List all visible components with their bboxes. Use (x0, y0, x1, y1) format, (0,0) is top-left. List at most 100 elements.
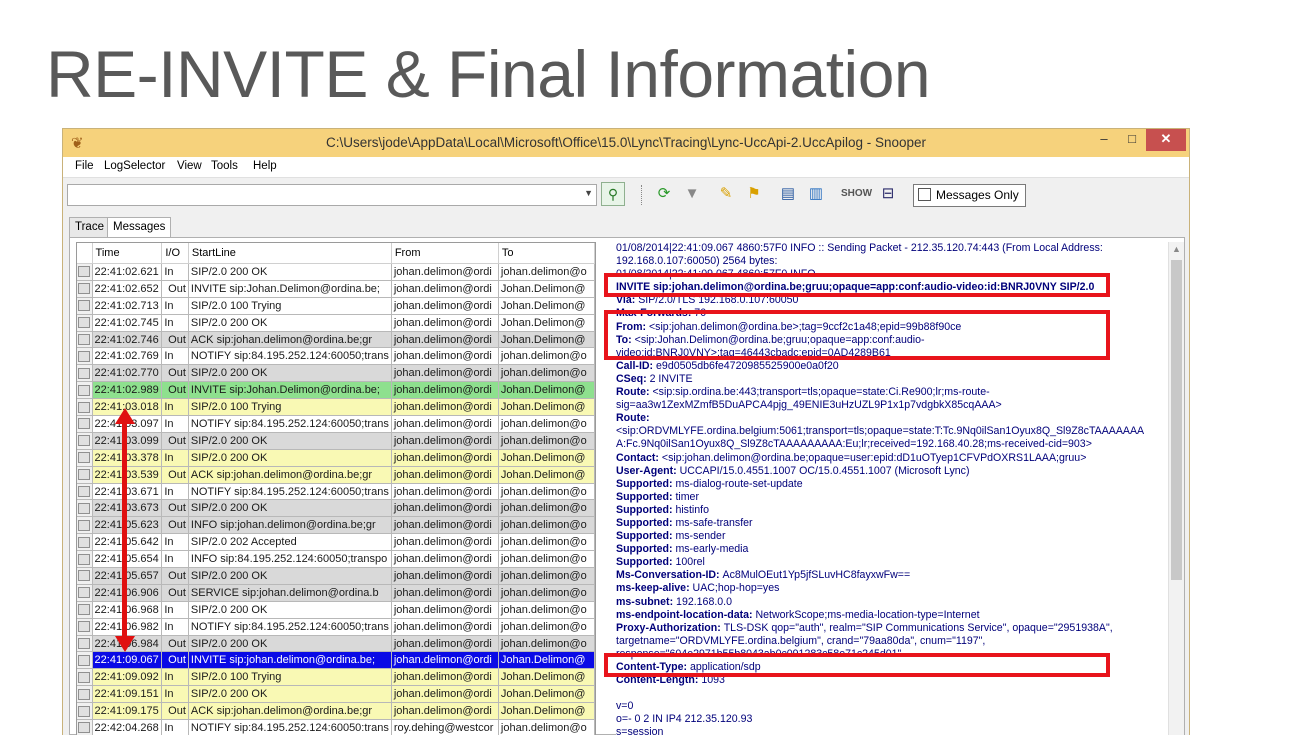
row-selector[interactable] (77, 584, 93, 602)
close-button[interactable]: ✕ (1146, 129, 1186, 151)
row-selector[interactable] (77, 466, 93, 484)
table-row[interactable]: 22:41:03.671InNOTIFY sip:84.195.252.124:… (77, 483, 595, 501)
table-row[interactable]: 22:41:06.906OutSERVICE sip:johan.delimon… (77, 584, 595, 602)
minimize-button[interactable]: – (1091, 129, 1117, 151)
column-header-startline[interactable]: StartLine (188, 243, 392, 264)
table-row[interactable]: 22:41:05.642InSIP/2.0 202 Acceptedjohan.… (77, 533, 595, 552)
table-row[interactable]: 22:41:02.713 In SIP/2.0 100 Trying johan.de… (77, 297, 595, 315)
detail-header-name: ms-keep-alive: (616, 582, 693, 595)
table-row[interactable]: 22:41:03.097InNOTIFY sip:84.195.252.124:… (77, 415, 595, 433)
chevron-down-icon[interactable]: ▼ (584, 188, 593, 198)
table-row[interactable]: 22:41:02.989 Out INVITE sip:Johan.Delimon@… (77, 381, 595, 400)
table-row[interactable]: 22:41:06.984 Out SIP/2.0 200 OK johan.delim… (77, 635, 595, 653)
table-row[interactable]: 22:41:06.968InSIP/2.0 200 OKjohan.delimo… (77, 601, 595, 619)
table-row[interactable]: 22:41:02.746 Out ACK sip:johan.delimon@ord… (77, 331, 595, 349)
table-row[interactable]: 22:41:03.673OutSIP/2.0 200 OKjohan.delim… (77, 499, 595, 518)
detail-header-value: NetworkScope;ms-media-location-type=Inte… (755, 608, 980, 621)
row-selector[interactable] (77, 415, 93, 433)
book-icon[interactable]: ▥ (805, 183, 827, 205)
table-row[interactable]: 22:41:02.769 In NOTIFY sip:84.195.252.124:… (77, 347, 595, 366)
messages-grid[interactable]: Time I/O StartLine From To 22:41:02.621 I… (76, 242, 596, 735)
row-selector[interactable] (77, 635, 93, 653)
menu-logselector[interactable]: LogSelector (104, 160, 165, 172)
table-row[interactable]: 22:41:09.092 In SIP/2.0 100 Trying johan.de… (77, 668, 595, 687)
row-selector[interactable] (77, 280, 93, 298)
table-row[interactable]: 22:41:03.099OutSIP/2.0 200 OKjohan.delim… (77, 432, 595, 450)
row-selector[interactable] (77, 449, 93, 467)
column-header-io[interactable]: I/O (161, 243, 189, 264)
search-combobox[interactable]: ▼ (67, 184, 597, 206)
row-selector[interactable] (77, 685, 93, 704)
cell-to: Johan.Delimon@ (498, 685, 595, 704)
table-row[interactable]: 22:41:05.623OutINFO sip:johan.delimon@or… (77, 516, 595, 535)
table-row[interactable]: 22:41:09.175 Out ACK sip:johan.delimon@ord… (77, 702, 595, 721)
table-row[interactable]: 22:41:05.654InINFO sip:84.195.252.124:60… (77, 550, 595, 569)
find-icon[interactable]: ▤ (777, 183, 799, 205)
menu-view[interactable]: View (177, 160, 202, 172)
row-selector[interactable] (77, 651, 93, 670)
highlight-icon[interactable]: ✎ (715, 183, 737, 205)
menu-file[interactable]: File (75, 160, 94, 172)
title-bar[interactable]: ❦ C:\Users\jode\AppData\Local\Microsoft\… (63, 129, 1189, 157)
table-row[interactable]: 22:41:02.745 In SIP/2.0 200 OK johan.delimo… (77, 314, 595, 332)
refresh-icon[interactable]: ⟳ (653, 183, 675, 205)
show-icon[interactable]: SHOW (841, 183, 872, 205)
row-selector[interactable] (77, 601, 93, 619)
column-header-to[interactable]: To (498, 243, 595, 264)
row-selector[interactable] (77, 331, 93, 349)
menu-help[interactable]: Help (253, 160, 277, 172)
table-row[interactable]: 22:41:06.982InNOTIFY sip:84.195.252.124:… (77, 618, 595, 636)
split-view-icon[interactable]: ⊟ (877, 183, 899, 205)
row-selector[interactable] (77, 297, 93, 315)
checkbox-icon[interactable] (918, 188, 931, 201)
tab-trace[interactable]: Trace (69, 217, 110, 238)
detail-header-name: User-Agent: (616, 464, 680, 477)
column-header-from[interactable]: From (391, 243, 499, 264)
row-selector[interactable] (77, 381, 93, 400)
row-selector[interactable] (77, 668, 93, 687)
search-input[interactable] (68, 185, 572, 205)
row-selector-icon (78, 604, 91, 616)
table-row[interactable]: 22:41:02.621 In SIP/2.0 200 OK johan.delimo… (77, 263, 595, 281)
detail-scrollbar[interactable]: ▲ (1168, 242, 1184, 735)
row-selector[interactable] (77, 314, 93, 332)
row-selector[interactable] (77, 550, 93, 569)
table-row[interactable]: 22:41:05.657OutSIP/2.0 200 OKjohan.delim… (77, 567, 595, 585)
table-row[interactable]: 22:41:03.018 In SIP/2.0 100 Trying johan.de… (77, 398, 595, 417)
table-row[interactable]: 22:41:02.652 Out INVITE sip:Johan.Delimon@… (77, 280, 595, 298)
row-selector[interactable] (77, 347, 93, 366)
row-selector[interactable] (77, 618, 93, 636)
scroll-up-icon[interactable]: ▲ (1172, 244, 1181, 254)
row-selector[interactable] (77, 533, 93, 552)
row-selector[interactable] (77, 702, 93, 721)
row-selector[interactable] (77, 432, 93, 450)
row-selector[interactable] (77, 398, 93, 417)
filter-icon[interactable]: ▼ (681, 183, 703, 205)
table-row[interactable]: 22:41:09.151 In SIP/2.0 200 OK johan.delimo… (77, 685, 595, 704)
scroll-thumb[interactable] (1171, 260, 1182, 580)
row-selector[interactable] (77, 567, 93, 585)
table-row[interactable]: 22:41:02.770 Out SIP/2.0 200 OK johan.delim… (77, 364, 595, 383)
row-selector[interactable] (77, 364, 93, 383)
row-selector[interactable] (77, 263, 93, 281)
row-selector[interactable] (77, 719, 93, 735)
tab-messages[interactable]: Messages (107, 217, 172, 239)
search-button[interactable]: ⚲ (601, 182, 625, 206)
table-row[interactable]: 22:42:04.268 In NOTIFY sip:84.195.252.124:… (77, 719, 595, 735)
row-selector[interactable] (77, 516, 93, 535)
cell-from: johan.delimon@ordi (391, 331, 499, 349)
row-selector[interactable] (77, 483, 93, 501)
menu-tools[interactable]: Tools (211, 160, 238, 172)
table-row[interactable]: 22:41:09.067 Out INVITE sip:johan.delimon@… (77, 651, 595, 670)
table-row[interactable]: 22:41:03.378InSIP/2.0 200 OKjohan.delimo… (77, 449, 595, 467)
detail-header-value: o=- 0 2 IN IP4 212.35.120.93 (616, 713, 753, 726)
table-row[interactable]: 22:41:03.539OutACK sip:johan.delimon@ord… (77, 466, 595, 484)
cell-time: 22:41:02.746 (92, 331, 163, 349)
bookmark-icon[interactable]: ⚑ (743, 183, 765, 205)
row-selector[interactable] (77, 499, 93, 518)
cell-io: In (161, 263, 189, 281)
messages-only-checkbox[interactable]: Messages Only (913, 184, 1026, 207)
cell-from: johan.delimon@ordi (391, 499, 499, 518)
maximize-button[interactable]: □ (1119, 129, 1145, 151)
column-header-time[interactable]: Time (92, 243, 163, 264)
